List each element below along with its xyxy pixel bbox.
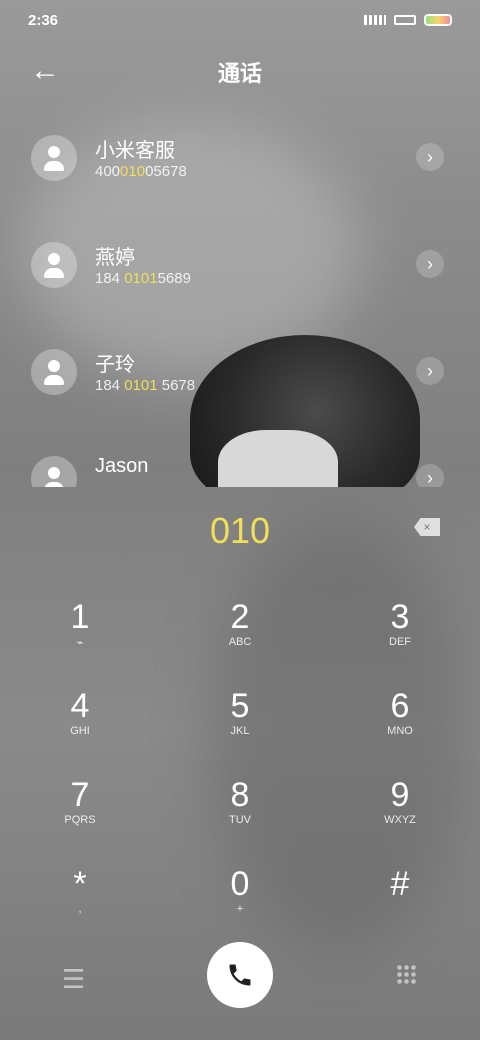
key-3[interactable]: 3 DEF (340, 598, 460, 668)
key-4[interactable]: 4 GHI (20, 687, 140, 757)
key-1[interactable]: 1 ⌁ (20, 598, 140, 668)
contact-item[interactable]: 燕婷 184 01015689 › (0, 219, 480, 319)
contact-name: 小米客服 (95, 140, 175, 162)
key-7[interactable]: 7 PQRS (20, 776, 140, 846)
dialed-number: 010 (209, 510, 271, 551)
face-shape (218, 430, 338, 487)
key-star[interactable]: *, (20, 865, 140, 935)
menu-icon[interactable]: ☰ (62, 964, 85, 995)
key-5[interactable]: 5 JKL (180, 687, 300, 757)
wifi-icon (394, 15, 416, 25)
phone-icon (229, 964, 251, 986)
avatar-icon (31, 456, 77, 487)
avatar-icon (31, 349, 77, 395)
contact-name: 燕婷 (95, 247, 135, 269)
call-button[interactable] (207, 942, 273, 1008)
key-8[interactable]: 8 TUV (180, 776, 300, 846)
back-arrow-icon[interactable]: ← (30, 56, 60, 86)
contact-name: Jason (95, 455, 149, 477)
contact-number: 184 0101 5678 (95, 377, 196, 394)
key-0[interactable]: 0 + (180, 865, 300, 935)
chevron-right-icon[interactable]: › (416, 250, 444, 278)
key-2[interactable]: 2 ABC (180, 598, 300, 668)
key-9[interactable]: 9 WXYZ (340, 776, 460, 846)
contact-number: 184 01015689 (95, 270, 191, 287)
anime-boy-illustration (190, 335, 420, 487)
bottom-actions: ☰ (0, 940, 480, 1010)
status-icons (364, 12, 452, 28)
chevron-right-icon[interactable]: › (416, 464, 444, 487)
keypad-grid-icon[interactable] (396, 964, 418, 986)
key-hash[interactable]: # (340, 865, 460, 935)
key-6[interactable]: 6 MNO (340, 687, 460, 757)
contact-name: 子玲 (95, 354, 135, 376)
chevron-right-icon[interactable]: › (416, 143, 444, 171)
status-bar: 2:36 (0, 0, 480, 40)
contact-item[interactable]: 小米客服 40001005678 › (0, 112, 480, 212)
contact-number: 40001005678 (95, 163, 187, 180)
chevron-right-icon[interactable]: › (416, 357, 444, 385)
avatar-icon (31, 135, 77, 181)
signal-bars-icon (364, 15, 386, 25)
avatar-icon (31, 242, 77, 288)
page-header: ← 通话 (0, 52, 480, 92)
page-title: 通话 (217, 61, 262, 86)
battery-icon (424, 14, 452, 26)
status-time: 2:36 (28, 12, 59, 29)
